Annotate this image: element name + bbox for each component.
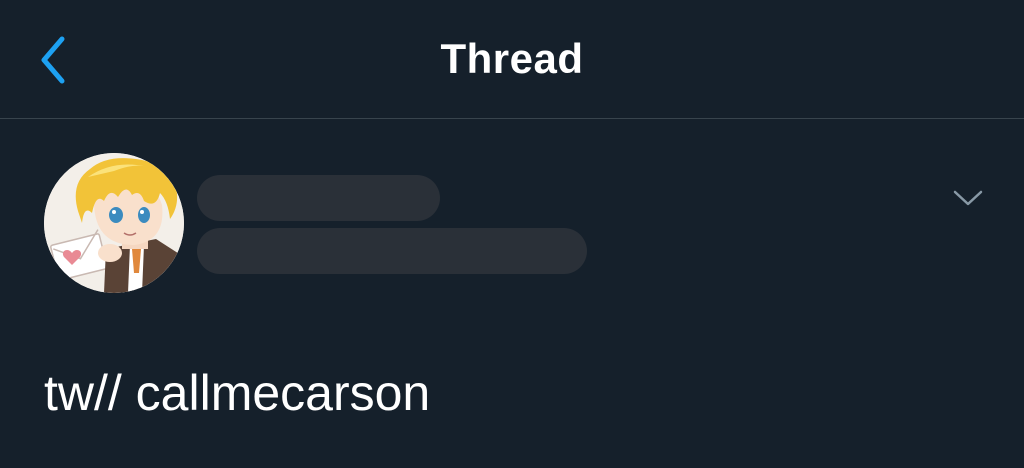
- tweet-options-button[interactable]: [944, 178, 992, 218]
- redacted-username: [197, 228, 587, 274]
- page-title: Thread: [440, 35, 584, 82]
- tweet-text: tw// callmecarson: [44, 365, 431, 421]
- anime-avatar-image: [44, 153, 184, 293]
- navigation-header: Thread: [0, 0, 1024, 119]
- avatar[interactable]: [44, 153, 184, 293]
- redacted-display-name: [197, 175, 440, 221]
- chevron-down-icon: [953, 190, 983, 206]
